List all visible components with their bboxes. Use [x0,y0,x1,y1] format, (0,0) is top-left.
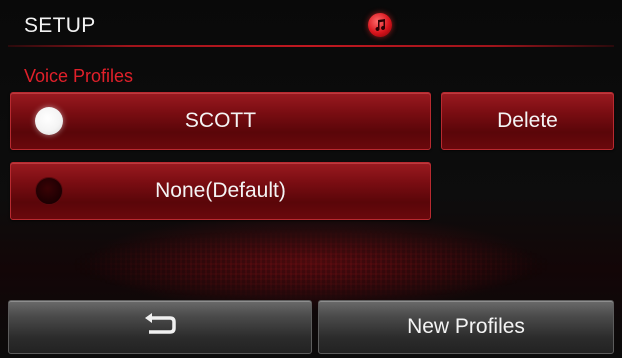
back-button[interactable] [8,300,312,354]
section-label-voice-profiles: Voice Profiles [24,66,134,86]
profile-item-none-default[interactable]: None(Default) [10,162,431,220]
background-glow [0,222,622,300]
profile-name: SCOTT [184,109,257,132]
music-note-icon [368,13,392,37]
setup-screen: SETUP Voice Profiles SCOTT Delete None(D… [0,0,622,358]
profile-name: None(Default) [155,179,286,202]
new-profiles-button-label: New Profiles [407,315,525,338]
delete-button[interactable]: Delete [441,92,614,150]
header-divider [8,45,614,47]
page-title: SETUP [24,14,96,37]
delete-button-label: Delete [497,109,558,132]
profile-item-scott[interactable]: SCOTT [10,92,431,150]
new-profiles-button[interactable]: New Profiles [318,300,614,354]
back-arrow-icon [143,312,177,342]
